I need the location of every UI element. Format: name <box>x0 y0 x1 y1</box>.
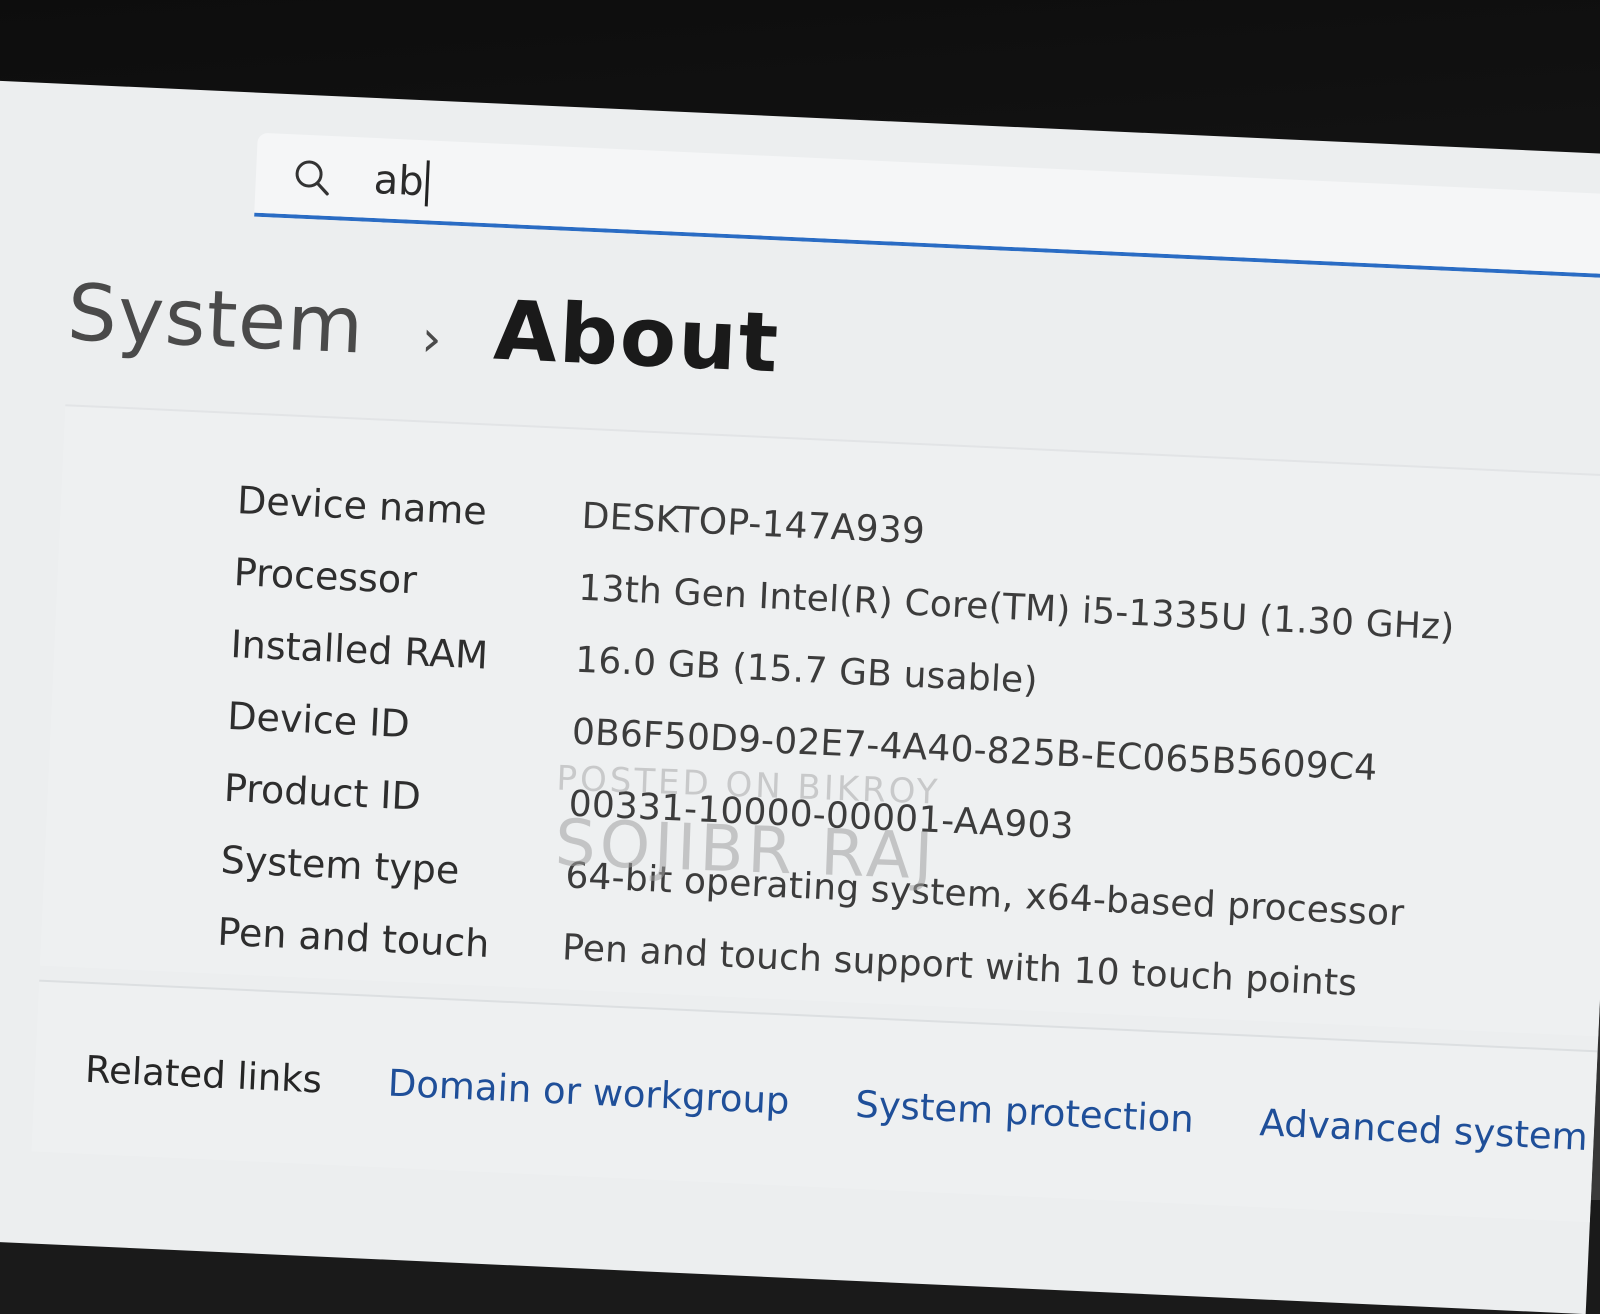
system-protection-link[interactable]: System protection <box>854 1082 1194 1140</box>
settings-window: System › About Device name DESKTOP-147A9… <box>0 80 1600 1314</box>
spec-value: 16.0 GB (15.7 GB usable) <box>574 639 1039 702</box>
spec-label: Device name <box>236 478 488 534</box>
breadcrumb: System › About <box>65 264 782 392</box>
search-input[interactable] <box>372 153 975 234</box>
spec-label: Product ID <box>223 765 422 819</box>
spec-label: Pen and touch <box>216 909 491 966</box>
related-links-label: Related links <box>84 1047 323 1102</box>
spec-label: Processor <box>232 550 418 603</box>
page-title: About <box>491 283 782 392</box>
search-box[interactable] <box>254 132 1600 281</box>
spec-value: 00331-10000-00001-AA903 <box>567 782 1075 847</box>
spec-label: System type <box>219 837 461 893</box>
chevron-right-icon: › <box>420 309 443 369</box>
search-icon <box>295 160 329 196</box>
domain-or-workgroup-link[interactable]: Domain or workgroup <box>387 1061 790 1122</box>
device-specifications-card: Device name DESKTOP-147A939 Processor 13… <box>39 404 1600 1037</box>
spec-label: Installed RAM <box>229 621 490 678</box>
spec-label: Device ID <box>226 693 411 747</box>
spec-value: DESKTOP-147A939 <box>580 495 926 552</box>
breadcrumb-system-link[interactable]: System <box>65 268 366 371</box>
advanced-system-settings-link[interactable]: Advanced system sett <box>1259 1101 1600 1163</box>
